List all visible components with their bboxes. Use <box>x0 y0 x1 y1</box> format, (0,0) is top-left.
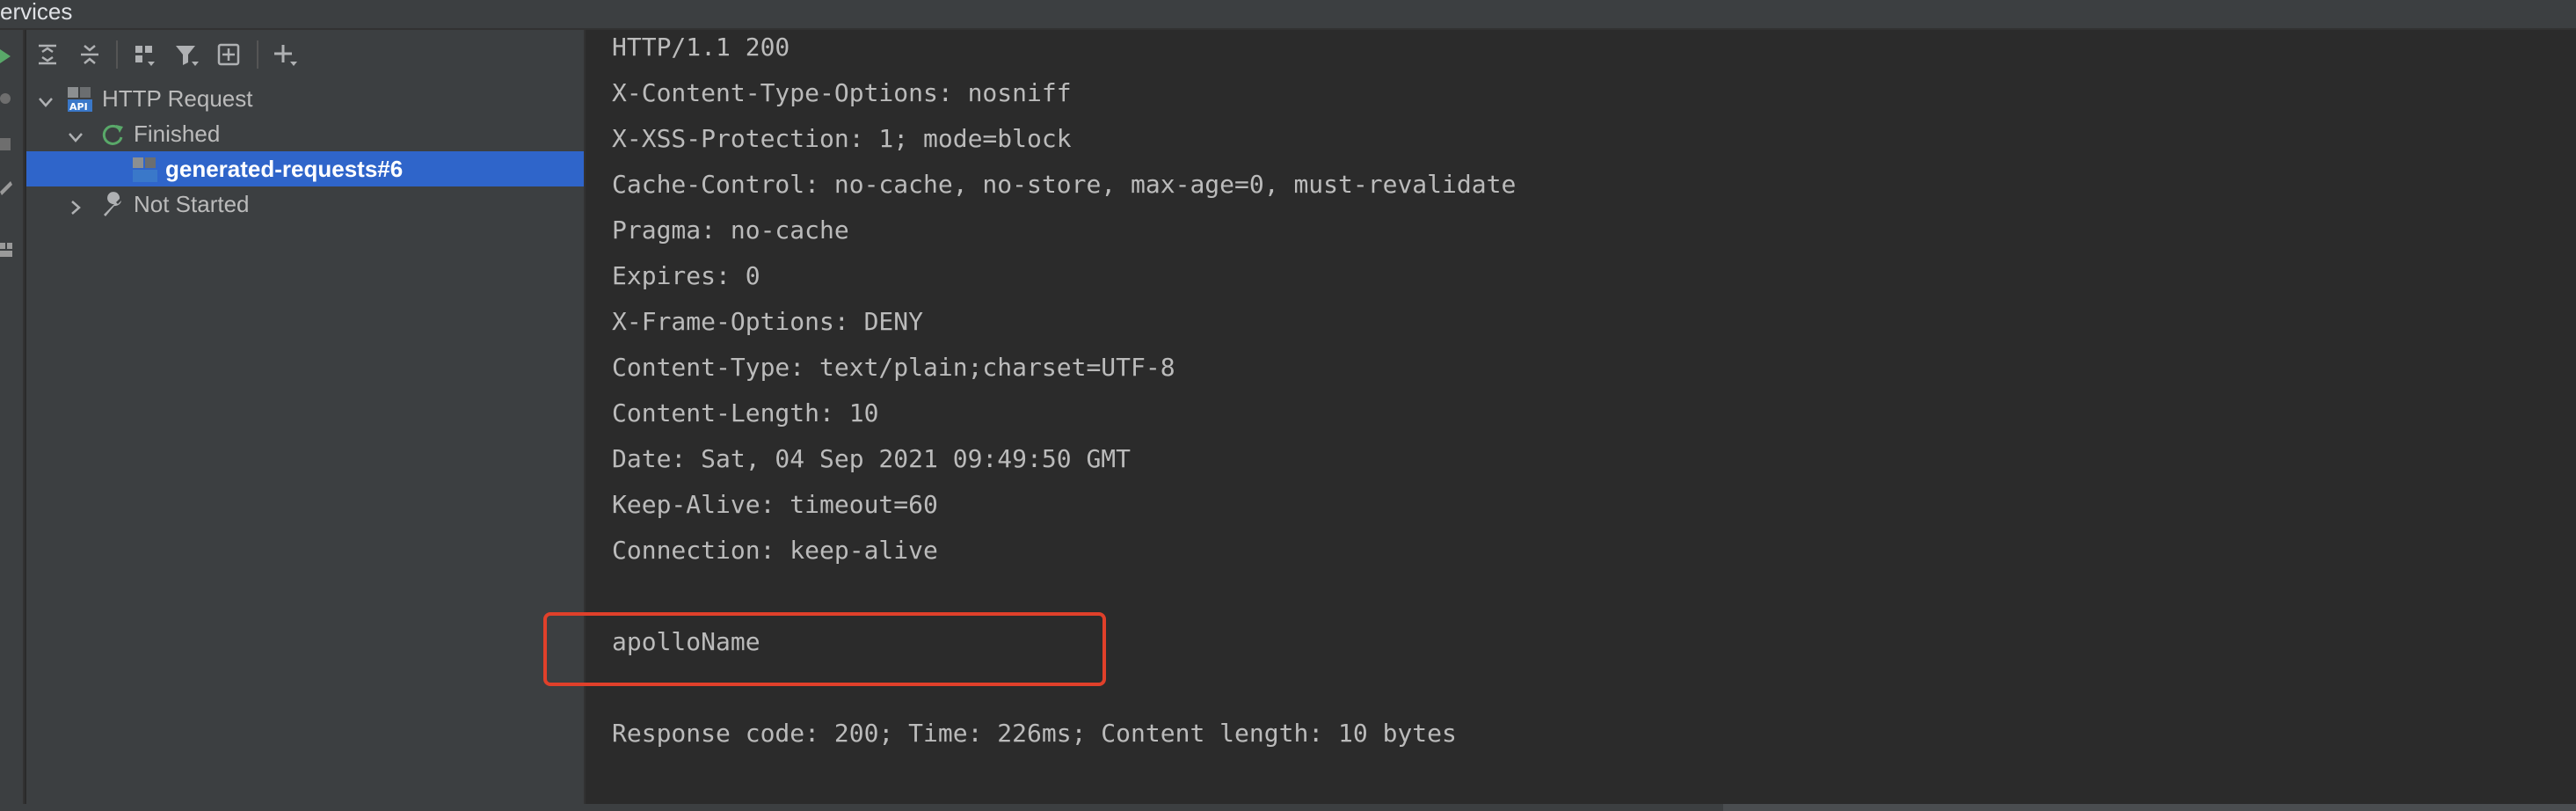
layout-icon[interactable] <box>0 241 14 259</box>
api-icon: API <box>67 86 93 113</box>
svg-text:API: API <box>69 101 88 113</box>
run-icon[interactable] <box>0 47 14 65</box>
finished-icon <box>100 121 127 148</box>
tree-item-not-started[interactable]: Not Started <box>26 186 584 222</box>
chevron-down-icon[interactable] <box>37 90 55 107</box>
tree-item-label: Not Started <box>134 191 250 217</box>
scrollbar-thumb[interactable] <box>1723 804 2576 811</box>
chevron-right-icon[interactable] <box>67 195 84 215</box>
response-header-line: Content-Type: text/plain;charset=UTF-8 <box>612 353 1175 382</box>
stop-icon[interactable] <box>0 135 14 153</box>
horizontal-scrollbar[interactable] <box>0 804 2576 811</box>
response-header-line: X-Content-Type-Options: nosniff <box>612 78 1072 107</box>
services-tree-panel: API HTTP Request Finished generated-requ… <box>26 30 586 804</box>
tree-item-label: HTTP Request <box>102 85 253 112</box>
tree-item-label: generated-requests#6 <box>165 156 404 182</box>
response-header-line: Connection: keep-alive <box>612 536 938 565</box>
wrench-icon <box>100 192 127 218</box>
services-left-toolbar <box>0 30 25 804</box>
response-status-line: HTTP/1.1 200 <box>612 33 790 62</box>
services-toolbar <box>26 30 586 79</box>
response-header-line: Pragma: no-cache <box>612 216 849 245</box>
tree-item-generated-requests[interactable]: generated-requests#6 <box>26 151 584 186</box>
collapse-all-icon[interactable] <box>74 39 106 70</box>
response-header-line: Content-Length: 10 <box>612 398 879 427</box>
chevron-down-icon[interactable] <box>67 125 84 142</box>
toolbar-separator <box>257 40 258 69</box>
tree-item-http-request[interactable]: API HTTP Request <box>26 81 584 116</box>
add-service-icon[interactable] <box>213 39 244 70</box>
tree-item-label: Finished <box>134 121 221 147</box>
response-header-line: X-Frame-Options: DENY <box>612 307 924 336</box>
response-header-line: Date: Sat, 04 Sep 2021 09:49:50 GMT <box>612 444 1132 473</box>
window-title: ervices <box>0 0 73 25</box>
response-header-line: Cache-Control: no-cache, no-store, max-a… <box>612 170 1517 199</box>
expand-all-icon[interactable] <box>32 39 63 70</box>
toolbar-separator <box>116 40 118 69</box>
services-title-bar: ervices <box>0 0 2576 30</box>
http-request-file-icon <box>132 157 158 183</box>
response-body-line: apolloName <box>612 627 760 656</box>
response-header-line: Expires: 0 <box>612 261 760 290</box>
response-output-panel[interactable]: HTTP/1.1 200 X-Content-Type-Options: nos… <box>543 30 2576 804</box>
add-icon[interactable] <box>269 39 301 70</box>
group-by-icon[interactable] <box>128 39 160 70</box>
response-summary-line: Response code: 200; Time: 226ms; Content… <box>612 719 1457 748</box>
debug-icon[interactable] <box>0 90 14 107</box>
tree-item-finished[interactable]: Finished <box>26 116 584 151</box>
response-header-line: X-XSS-Protection: 1; mode=block <box>612 124 1072 153</box>
filter-icon[interactable] <box>171 39 202 70</box>
settings-icon[interactable] <box>0 179 14 197</box>
response-header-line: Keep-Alive: timeout=60 <box>612 490 938 519</box>
